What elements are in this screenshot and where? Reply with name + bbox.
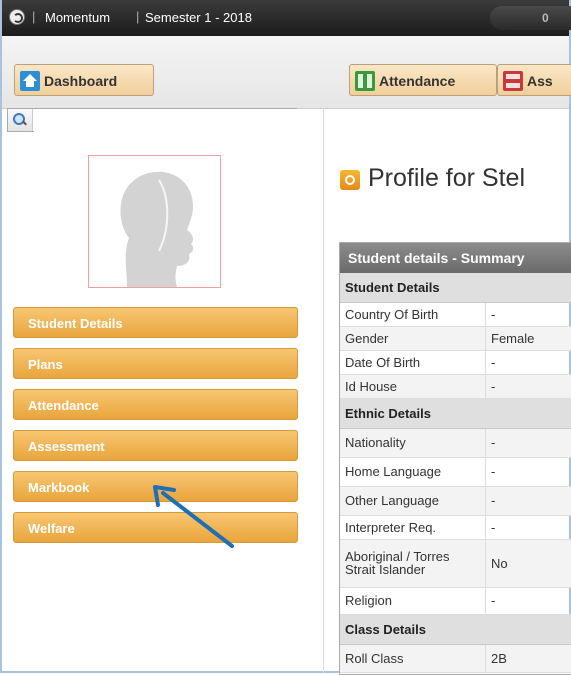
row-label: Interpreter Req. bbox=[340, 515, 486, 539]
table-row: Aboriginal / Torres Strait IslanderNo bbox=[340, 539, 571, 587]
table-row: Home Language- bbox=[340, 457, 571, 486]
section-title: Class Details bbox=[340, 614, 571, 644]
row-value: No bbox=[486, 539, 571, 587]
row-label: Date Of Birth bbox=[340, 350, 486, 374]
row-label: Aboriginal / Torres Strait Islander bbox=[340, 539, 486, 587]
row-value: Female bbox=[486, 326, 571, 350]
table-row: GenderFemale bbox=[340, 326, 571, 350]
section-header: Student Details bbox=[340, 273, 571, 302]
row-value: - bbox=[486, 587, 571, 614]
page-title: Profile for Stel bbox=[368, 164, 525, 193]
table-row: Interpreter Req.- bbox=[340, 515, 571, 539]
section-title: Student Details bbox=[340, 273, 571, 302]
row-value: - bbox=[486, 428, 571, 457]
row-label: Home Language bbox=[340, 457, 486, 486]
section-title: Ethnic Details bbox=[340, 398, 571, 428]
row-label: Roll Class bbox=[340, 644, 486, 672]
card-title: Student details - Summary bbox=[340, 243, 571, 273]
row-value: - bbox=[486, 457, 571, 486]
row-label: Country Of Birth bbox=[340, 302, 486, 326]
details-table: Student Details Country Of Birth- Gender… bbox=[340, 273, 571, 673]
section-header: Ethnic Details bbox=[340, 398, 571, 428]
table-row: Religion- bbox=[340, 587, 571, 614]
row-label: Id House bbox=[340, 374, 486, 398]
table-row: Country Of Birth- bbox=[340, 302, 571, 326]
row-value: - bbox=[486, 374, 571, 398]
row-label: Gender bbox=[340, 326, 486, 350]
row-label: Other Language bbox=[340, 486, 486, 515]
table-row: Nationality- bbox=[340, 428, 571, 457]
profile-icon bbox=[340, 170, 360, 190]
row-label: Nationality bbox=[340, 428, 486, 457]
row-label: Religion bbox=[340, 587, 486, 614]
row-value: - bbox=[486, 350, 571, 374]
row-value: - bbox=[486, 515, 571, 539]
row-value: 2B bbox=[486, 644, 571, 672]
table-row: Date Of Birth- bbox=[340, 350, 571, 374]
row-value: - bbox=[486, 302, 571, 326]
student-summary-card: Student details - Summary Student Detail… bbox=[339, 242, 571, 675]
table-row: Id House- bbox=[340, 374, 571, 398]
section-header: Class Details bbox=[340, 614, 571, 644]
table-row: Other Language- bbox=[340, 486, 571, 515]
row-value: - bbox=[486, 486, 571, 515]
table-row: Roll Class2B bbox=[340, 644, 571, 672]
